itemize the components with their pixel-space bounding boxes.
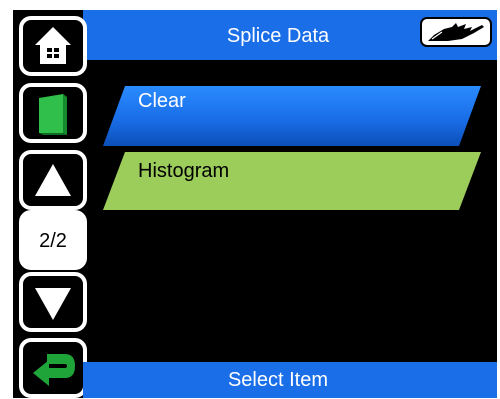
scroll-up-button[interactable] <box>19 150 87 210</box>
cable-status-button[interactable] <box>420 17 492 47</box>
book-button[interactable] <box>19 83 87 143</box>
page-title: Splice Data <box>226 25 330 47</box>
histogram-item-label: Histogram <box>138 160 230 182</box>
list-item-histogram[interactable]: Histogram <box>103 152 481 210</box>
back-button[interactable] <box>19 338 87 398</box>
cable-icon <box>428 23 484 41</box>
clear-item-label: Clear <box>138 90 186 112</box>
home-button[interactable] <box>19 16 87 76</box>
page-indicator: 2/2 <box>19 210 87 270</box>
back-arrow-icon <box>33 354 75 386</box>
up-arrow-icon <box>35 164 71 196</box>
book-icon <box>39 94 67 135</box>
list-item-clear[interactable]: Clear <box>103 86 481 146</box>
home-icon <box>35 27 71 64</box>
down-arrow-icon <box>35 288 71 320</box>
scroll-down-button[interactable] <box>19 272 87 332</box>
status-hint: Select Item <box>227 369 329 391</box>
